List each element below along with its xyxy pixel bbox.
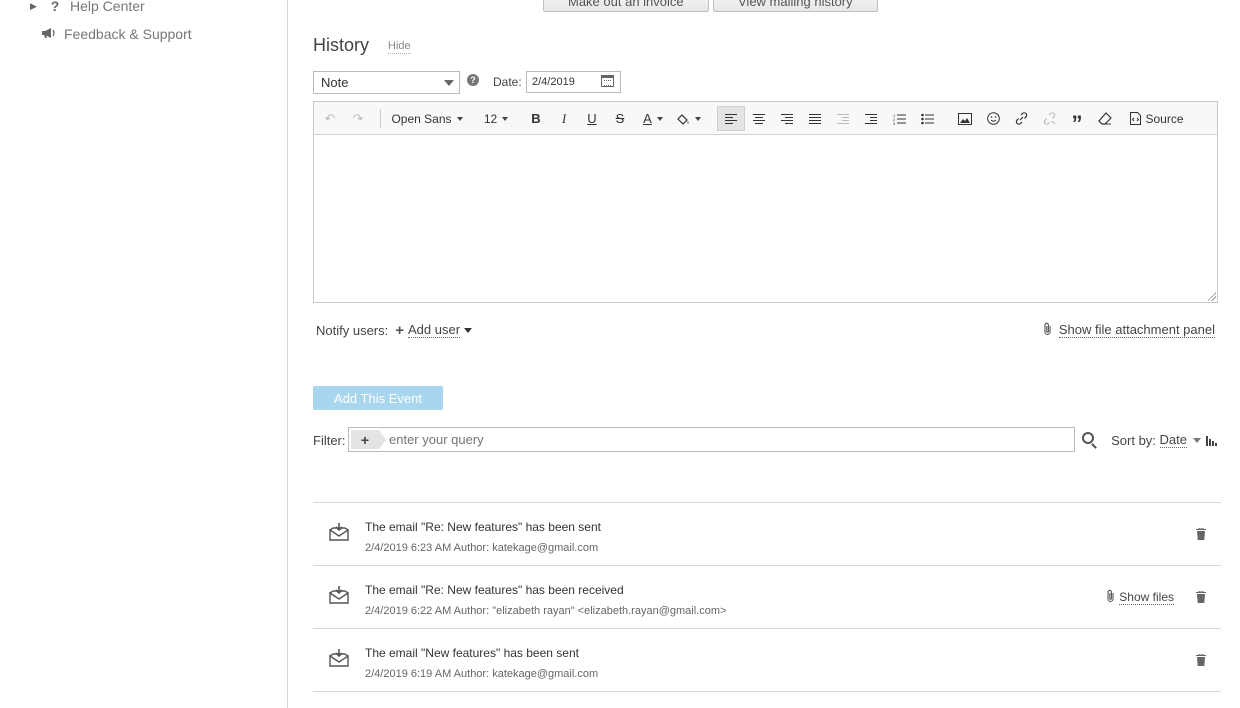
notify-label: Notify users: bbox=[316, 323, 389, 338]
underline-icon[interactable]: U bbox=[584, 102, 600, 135]
filter-label: Filter: bbox=[313, 433, 346, 448]
sort-control: Sort by: Date bbox=[1111, 433, 1217, 448]
unlink-icon[interactable] bbox=[1041, 102, 1057, 135]
add-filter-icon[interactable]: + bbox=[351, 430, 386, 449]
text-color-icon[interactable]: A bbox=[640, 102, 666, 135]
filter-input[interactable] bbox=[389, 432, 1039, 447]
font-family-select[interactable]: Open Sans bbox=[390, 102, 464, 135]
font-size-value: 12 bbox=[483, 111, 498, 126]
show-files-link[interactable]: Show files bbox=[1106, 589, 1174, 606]
toolbar-divider bbox=[380, 109, 381, 128]
eraser-icon[interactable] bbox=[1097, 102, 1113, 135]
show-files-label[interactable]: Show files bbox=[1119, 590, 1174, 605]
email-sent-icon bbox=[329, 649, 349, 667]
trash-icon[interactable] bbox=[1196, 591, 1206, 603]
date-label: Date: bbox=[493, 75, 522, 89]
italic-icon[interactable]: I bbox=[556, 102, 572, 135]
trash-icon[interactable] bbox=[1196, 528, 1206, 540]
paperclip-icon bbox=[1106, 589, 1115, 606]
notify-users: Notify users: + Add user bbox=[316, 322, 473, 339]
emoji-icon[interactable] bbox=[985, 102, 1001, 135]
make-invoice-button[interactable]: Make out an invoice bbox=[543, 0, 709, 12]
filter-box[interactable]: + bbox=[348, 427, 1075, 452]
source-button[interactable]: Source bbox=[1127, 102, 1187, 135]
numbered-list-icon[interactable]: 123 bbox=[891, 102, 907, 135]
chevron-down-icon bbox=[444, 80, 454, 86]
date-field[interactable]: 2/4/2019 bbox=[526, 71, 621, 93]
event-row: The email "Re: New features" has been re… bbox=[313, 566, 1221, 629]
question-icon: ? bbox=[50, 0, 60, 14]
caret-down-icon[interactable] bbox=[464, 328, 473, 333]
attachment-panel-link[interactable]: Show file attachment panel bbox=[1058, 323, 1215, 338]
link-icon[interactable] bbox=[1013, 102, 1029, 135]
event-type-select[interactable]: Note bbox=[313, 71, 460, 94]
image-icon[interactable] bbox=[957, 102, 973, 135]
source-label: Source bbox=[1145, 111, 1184, 126]
font-size-select[interactable]: 12 bbox=[480, 102, 512, 135]
add-user-link[interactable]: Add user bbox=[408, 323, 461, 338]
svg-text:3: 3 bbox=[893, 121, 896, 125]
email-sent-icon bbox=[329, 523, 349, 541]
trash-icon[interactable] bbox=[1196, 654, 1206, 666]
indent-icon[interactable] bbox=[863, 102, 879, 135]
align-center-icon[interactable] bbox=[751, 102, 767, 135]
email-received-icon bbox=[329, 586, 349, 604]
megaphone-icon bbox=[40, 26, 58, 42]
align-justify-icon[interactable] bbox=[807, 102, 823, 135]
sidebar: ▶ ? Help Center Feedback & Support bbox=[0, 0, 288, 708]
strikethrough-icon[interactable]: S bbox=[612, 102, 628, 135]
event-list: The email "Re: New features" has been se… bbox=[313, 502, 1221, 692]
rich-text-editor: ↶ ↷ Open Sans 12 B I U S A 1 2 3 ” Sourc… bbox=[313, 101, 1218, 303]
plus-icon[interactable]: + bbox=[395, 322, 404, 339]
background-color-icon[interactable] bbox=[674, 102, 702, 135]
search-icon[interactable] bbox=[1082, 432, 1094, 444]
sidebar-item-label: Feedback & Support bbox=[64, 26, 192, 42]
event-title: The email "Re: New features" has been re… bbox=[365, 583, 624, 597]
outdent-icon[interactable] bbox=[835, 102, 851, 135]
event-type-value: Note bbox=[321, 75, 349, 90]
sort-order-icon[interactable] bbox=[1206, 435, 1217, 446]
event-title: The email "New features" has been sent bbox=[365, 646, 579, 660]
history-title: History bbox=[313, 35, 370, 55]
bullet-list-icon[interactable] bbox=[919, 102, 935, 135]
event-row: The email "New features" has been sent 2… bbox=[313, 629, 1221, 692]
resize-handle-icon[interactable] bbox=[1207, 292, 1216, 301]
editor-textarea[interactable] bbox=[314, 135, 1217, 302]
caret-down-icon[interactable] bbox=[1193, 438, 1201, 443]
align-right-icon[interactable] bbox=[779, 102, 795, 135]
sidebar-item-help-center[interactable]: ▶ ? Help Center bbox=[30, 0, 145, 14]
event-meta: 2/4/2019 6:22 AM Author: "elizabeth raya… bbox=[365, 605, 727, 617]
caret-right-icon[interactable]: ▶ bbox=[30, 1, 38, 12]
editor-toolbar: ↶ ↷ Open Sans 12 B I U S A 1 2 3 ” Sourc… bbox=[314, 102, 1217, 136]
redo-icon[interactable]: ↷ bbox=[348, 102, 368, 135]
bold-icon[interactable]: B bbox=[528, 102, 544, 135]
add-event-button[interactable]: Add This Event bbox=[313, 386, 443, 410]
undo-icon[interactable]: ↶ bbox=[320, 102, 340, 135]
align-left-icon[interactable] bbox=[717, 106, 745, 131]
sidebar-item-label: Help Center bbox=[70, 0, 145, 14]
view-mailing-history-button[interactable]: View mailing history bbox=[713, 0, 878, 12]
calendar-icon[interactable] bbox=[601, 75, 614, 87]
sort-label: Sort by: bbox=[1111, 433, 1156, 448]
sidebar-item-feedback[interactable]: Feedback & Support bbox=[40, 26, 192, 42]
main-content: Make out an invoice View mailing history… bbox=[313, 0, 1221, 708]
date-value: 2/4/2019 bbox=[532, 76, 575, 88]
event-row: The email "Re: New features" has been se… bbox=[313, 503, 1221, 566]
blockquote-icon[interactable]: ” bbox=[1069, 102, 1085, 136]
show-attachment-panel[interactable]: Show file attachment panel bbox=[1043, 322, 1215, 339]
hide-link[interactable]: Hide bbox=[388, 40, 411, 54]
paperclip-icon bbox=[1043, 322, 1052, 339]
sort-value-link[interactable]: Date bbox=[1159, 433, 1187, 448]
event-meta: 2/4/2019 6:23 AM Author: katekage@gmail.… bbox=[365, 542, 599, 554]
event-meta: 2/4/2019 6:19 AM Author: katekage@gmail.… bbox=[365, 668, 599, 680]
font-family-value: Open Sans bbox=[391, 111, 452, 126]
help-icon[interactable]: ? bbox=[467, 74, 479, 86]
event-title: The email "Re: New features" has been se… bbox=[365, 520, 601, 534]
